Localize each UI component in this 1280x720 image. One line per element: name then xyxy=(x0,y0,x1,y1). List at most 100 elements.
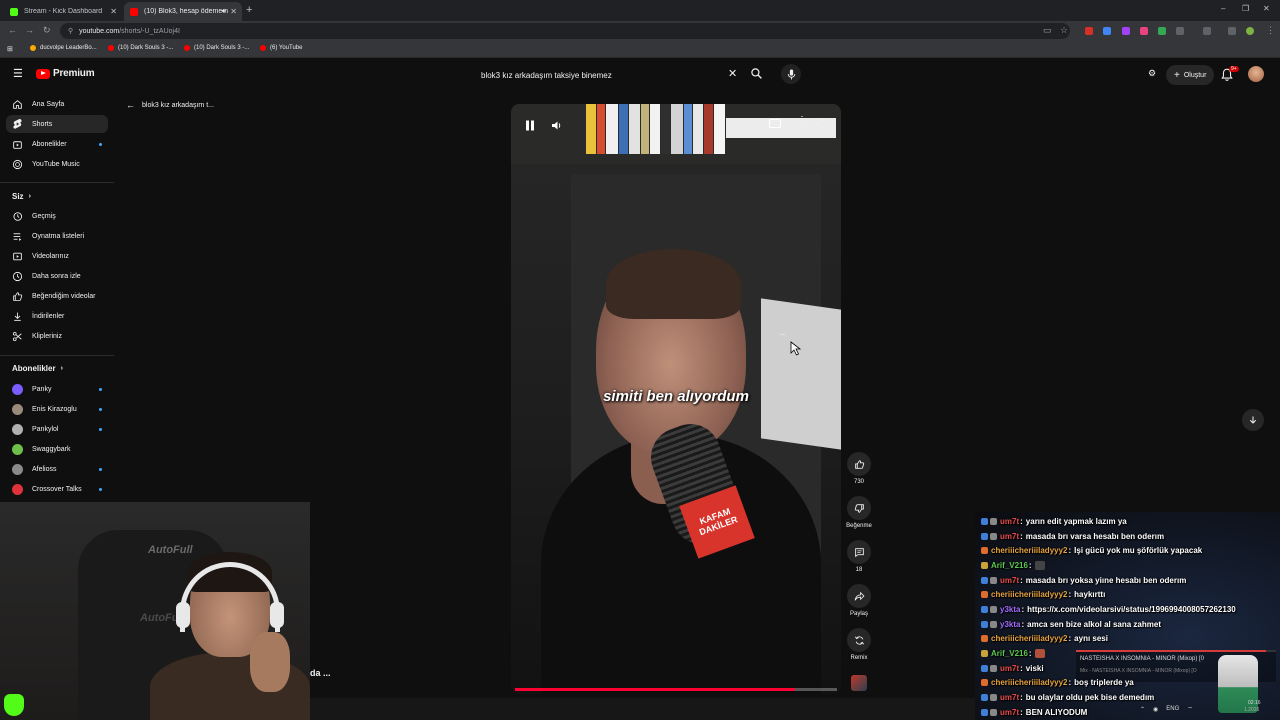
like-action[interactable]: 730 xyxy=(846,452,872,485)
maximize-icon[interactable]: ❐ xyxy=(1242,4,1249,13)
sidebar-item-downloads[interactable]: İndirilenler xyxy=(6,307,108,325)
comments-action[interactable]: 18 xyxy=(846,540,872,573)
minimize-icon[interactable]: – xyxy=(1221,4,1225,13)
sidebar-item-shorts[interactable]: Shorts xyxy=(6,115,108,133)
chat-username[interactable]: cheriiicheriiiladyyy2 xyxy=(991,634,1068,643)
bookmark-item[interactable]: (10) Dark Souls 3 -... xyxy=(108,45,173,51)
create-button[interactable]: + Oluştur xyxy=(1166,65,1215,85)
downloads-toolbar-icon[interactable] xyxy=(1228,27,1236,35)
chat-username[interactable]: um7t xyxy=(1000,517,1019,526)
cast-to-tv-icon[interactable]: ⚙︎ xyxy=(1148,68,1156,79)
new-tab-icon[interactable]: + xyxy=(246,4,252,16)
search-input[interactable]: blok3 kız arkadaşım taksiye binemez xyxy=(472,64,772,86)
reload-icon[interactable]: ↻ xyxy=(43,25,51,36)
tray-network-icon[interactable]: ◉ xyxy=(1153,706,1158,713)
chat-username[interactable]: um7t xyxy=(1000,708,1019,717)
chat-username[interactable]: cheriiicheriiiladyyy2 xyxy=(991,678,1068,687)
profile-avatar-icon[interactable] xyxy=(1246,27,1254,35)
bookmark-item[interactable]: (10) Dark Souls 3 -... xyxy=(184,45,249,51)
forward-arrow-icon[interactable]: → xyxy=(25,25,34,35)
clear-search-icon[interactable]: ✕ xyxy=(728,67,737,80)
puzzle-extensions-icon[interactable] xyxy=(1176,27,1184,35)
chat-username[interactable]: um7t xyxy=(1000,576,1019,585)
sidebar-channel-enis-kirazoglu[interactable]: Enis Kirazoglu xyxy=(6,400,108,418)
pause-icon[interactable] xyxy=(525,118,535,136)
tray-lang[interactable]: ENG xyxy=(1166,706,1179,712)
thumbs-up-icon[interactable] xyxy=(847,452,871,476)
extension-icon[interactable] xyxy=(1122,27,1130,35)
sidebar-item-watch-later[interactable]: Daha sonra izle xyxy=(6,267,108,285)
shorts-video-player[interactable]: KAFAM DAKİLER simiti ben alıyordum ▪▪▪▪ … xyxy=(511,104,841,694)
address-bar[interactable]: ⚲ youtube.com /shorts/-U_tzAUoj4I xyxy=(60,23,1070,39)
share-action[interactable]: Paylaş xyxy=(846,584,872,617)
sidebar-channel-pankylol[interactable]: Pankylol xyxy=(6,420,108,438)
extension-icon[interactable] xyxy=(1085,27,1093,35)
share-arrow-icon[interactable] xyxy=(847,584,871,608)
remix-action[interactable]: Remix xyxy=(846,628,872,661)
comment-icon[interactable] xyxy=(847,540,871,564)
next-short-arrow-down-icon[interactable] xyxy=(1242,409,1264,431)
youtube-logo[interactable]: Premium xyxy=(36,68,95,79)
tray-clock[interactable]: 02:16 xyxy=(1248,700,1261,707)
sidebar-subscriptions-heading[interactable]: Abonelikler › xyxy=(12,364,63,373)
extension-icon[interactable] xyxy=(1103,27,1111,35)
dislike-action[interactable]: Beğenme xyxy=(846,496,872,529)
chat-username[interactable]: cheriiicheriiiladyyy2 xyxy=(991,546,1068,555)
sidebar-panel-icon[interactable] xyxy=(1203,27,1211,35)
bookmark-item[interactable]: (6) YouTube xyxy=(260,45,302,51)
sidebar-item-youtube-music[interactable]: YouTube Music xyxy=(6,155,108,173)
speaker-icon[interactable]: 🔊︎ xyxy=(222,8,226,16)
site-info-icon[interactable]: ⚲ xyxy=(68,27,73,35)
volume-icon[interactable] xyxy=(551,118,563,136)
sidebar-channel-crossover-talks[interactable]: Crossover Talks xyxy=(6,480,108,498)
tray-date[interactable]: 1.2026 xyxy=(1244,707,1259,713)
shorts-back-link[interactable]: ← blok3 kız arkadaşım t... xyxy=(126,100,214,110)
chat-username[interactable]: um7t xyxy=(1000,532,1019,541)
sidebar-item-clips[interactable]: Klipleriniz xyxy=(6,327,108,345)
thumbs-down-icon[interactable] xyxy=(847,496,871,520)
tray-chevron-up-icon[interactable]: ⌃ xyxy=(1140,706,1145,713)
sidebar-item-playlists[interactable]: Oynatma listeleri xyxy=(6,227,108,245)
chat-username[interactable]: um7t xyxy=(1000,693,1019,702)
fullscreen-icon[interactable]: ⤢ xyxy=(817,117,824,128)
extension-icon[interactable] xyxy=(1140,27,1148,35)
cast-icon[interactable]: ▭ xyxy=(1043,25,1052,36)
sidebar-item-history[interactable]: Geçmiş xyxy=(6,207,108,225)
sidebar-item-home[interactable]: Ana Sayfa xyxy=(6,95,108,113)
close-tab-icon[interactable]: ✕ xyxy=(230,7,237,16)
sidebar-channel-swaggybark[interactable]: Swaggybark xyxy=(6,440,108,458)
chat-username[interactable]: Arif_V216 xyxy=(991,561,1028,570)
sidebar-item-subscriptions[interactable]: Abonelikler xyxy=(6,135,108,153)
apps-grid-icon[interactable]: ⊞ xyxy=(7,45,13,53)
extension-icon[interactable] xyxy=(1158,27,1166,35)
chat-username[interactable]: Arif_V216 xyxy=(991,649,1028,658)
tray-wifi-icon[interactable]: ⌔ xyxy=(1187,705,1193,713)
chat-username[interactable]: y3kta xyxy=(1000,605,1020,614)
close-tab-icon[interactable]: ✕ xyxy=(110,7,117,16)
bookmark-star-icon[interactable]: ☆ xyxy=(1060,25,1068,36)
account-avatar[interactable] xyxy=(1248,66,1264,82)
video-progress-bar[interactable] xyxy=(515,688,837,691)
chat-username[interactable]: cheriiicheriiiladyyy2 xyxy=(991,590,1068,599)
sidebar-channel-afelioss[interactable]: Afelioss xyxy=(6,460,108,478)
chat-separator: : xyxy=(1020,663,1023,673)
sound-thumbnail[interactable] xyxy=(851,675,867,691)
sidebar-item-your-videos[interactable]: Videolarınız xyxy=(6,247,108,265)
sidebar-you-heading[interactable]: Siz › xyxy=(12,192,31,201)
microphone-icon[interactable] xyxy=(781,64,801,84)
bookmark-item[interactable]: ducvolpe LeaderBo... xyxy=(30,45,97,51)
remix-icon[interactable] xyxy=(847,628,871,652)
captions-cc-icon[interactable]: CC xyxy=(769,119,781,128)
browser-tab-kick[interactable]: Stream - Kick Dashboard ✕ xyxy=(4,2,122,21)
sidebar-channel-panky[interactable]: Panky xyxy=(6,380,108,398)
browser-menu-icon[interactable]: ⋮ xyxy=(1266,25,1275,36)
chat-username[interactable]: y3kta xyxy=(1000,620,1020,629)
hamburger-menu-icon[interactable]: ☰ xyxy=(13,67,23,80)
sidebar-item-liked-videos[interactable]: Beğendiğim videolar xyxy=(6,287,108,305)
search-icon[interactable] xyxy=(750,67,763,85)
browser-tab-youtube[interactable]: (10) Blok3, hesap ödeme n 🔊︎ ✕ xyxy=(124,2,242,21)
chat-username[interactable]: um7t xyxy=(1000,664,1019,673)
more-options-icon[interactable]: ⋮ xyxy=(797,116,807,126)
close-window-icon[interactable]: ✕ xyxy=(1263,4,1270,13)
back-arrow-icon[interactable]: ← xyxy=(8,25,17,35)
